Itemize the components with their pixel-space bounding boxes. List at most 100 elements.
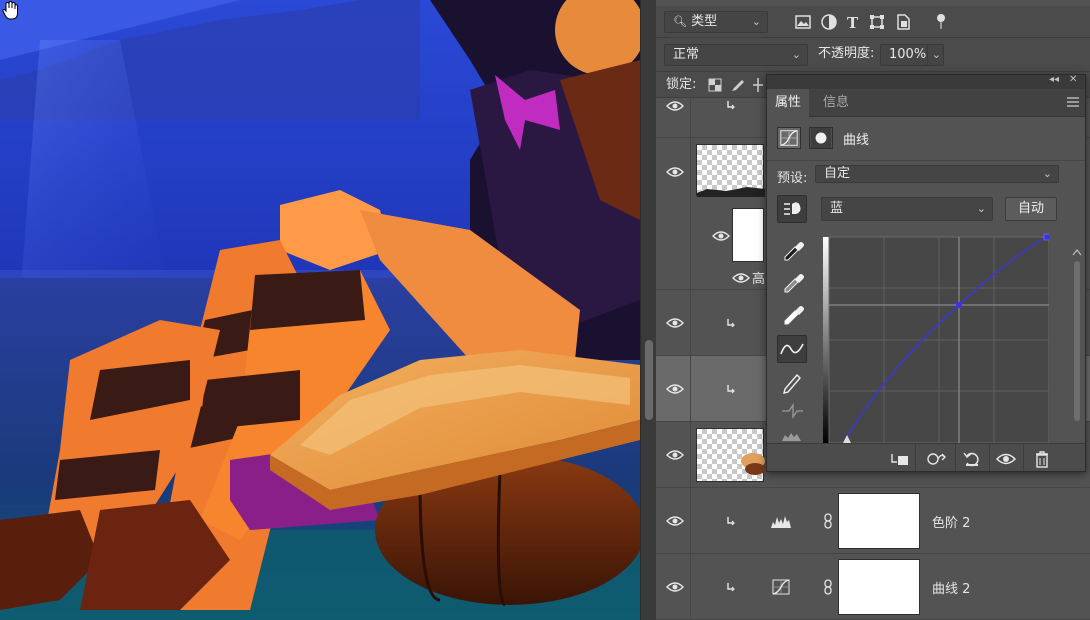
tab-info[interactable]: 信息 xyxy=(815,89,857,117)
opacity-field[interactable]: 100% ⌄ xyxy=(880,44,944,66)
filter-toggle-icon[interactable] xyxy=(932,13,950,31)
search-icon: 🔍︎ xyxy=(673,15,687,28)
clipping-arrow-icon xyxy=(727,517,735,526)
lock-transparent-icon[interactable] xyxy=(708,78,722,92)
artwork-image xyxy=(0,0,640,620)
lock-pixels-brush-icon[interactable] xyxy=(730,77,746,93)
clipping-arrow-icon xyxy=(727,385,735,394)
channel-dropdown[interactable]: 蓝 ⌄ xyxy=(821,197,993,221)
properties-header: 曲线 xyxy=(767,117,1085,161)
auto-button[interactable]: 自动 xyxy=(1005,197,1057,221)
delete-trash-icon[interactable] xyxy=(1031,450,1053,468)
footer-divider xyxy=(989,444,990,471)
blend-opacity-row: 正常 ⌄ 不透明度: 100% ⌄ xyxy=(656,38,1090,72)
toggle-visibility-icon[interactable] xyxy=(995,450,1017,468)
panel-tabs: 属性 信息 xyxy=(767,89,1085,117)
opacity-value: 100% xyxy=(889,47,927,62)
layer-name[interactable]: 色阶 2 xyxy=(932,512,970,531)
adjustment-filter-icon[interactable] xyxy=(820,13,838,31)
kind-filter-dropdown[interactable]: 🔍︎ 类型 ⌄ xyxy=(664,11,768,33)
blend-mode-value: 正常 xyxy=(673,47,700,62)
black-point-eyedropper-icon[interactable] xyxy=(777,235,807,263)
chevron-down-icon: ⌄ xyxy=(976,202,986,215)
mask-link-icon[interactable] xyxy=(824,513,832,529)
gray-point-eyedropper-icon[interactable] xyxy=(777,267,807,295)
effect-label: 高 xyxy=(752,272,766,287)
preset-value: 自定 xyxy=(824,166,851,181)
properties-scrollbar[interactable] xyxy=(1071,247,1083,472)
white-point-eyedropper-icon[interactable] xyxy=(777,299,807,327)
view-previous-state-icon[interactable] xyxy=(925,450,947,468)
layer-mask-thumbnail[interactable] xyxy=(732,208,764,262)
panel-titlebar[interactable]: ◂◂ ✕ xyxy=(767,75,1085,89)
properties-footer xyxy=(767,443,1085,471)
mask-icon[interactable] xyxy=(809,127,833,149)
layer-row-levels[interactable]: 色阶 2 xyxy=(656,488,1090,554)
row-divider xyxy=(690,554,691,619)
visibility-eye-icon[interactable] xyxy=(666,100,684,112)
mask-link-icon[interactable] xyxy=(824,579,832,595)
image-filter-icon[interactable] xyxy=(794,13,812,31)
footer-divider xyxy=(955,444,956,471)
curve-endpoint[interactable] xyxy=(1043,233,1049,241)
visibility-eye-icon[interactable] xyxy=(666,449,684,461)
curve-control-point[interactable] xyxy=(956,302,962,308)
clipping-arrow-icon xyxy=(727,319,735,328)
mask-visibility-eye-icon[interactable] xyxy=(712,230,730,242)
close-icon[interactable]: ✕ xyxy=(1069,75,1077,85)
panel-menu-icon[interactable] xyxy=(1067,97,1079,107)
clipping-arrow-icon xyxy=(727,583,735,592)
lock-position-icon[interactable] xyxy=(752,77,764,93)
layer-name[interactable]: 曲线 2 xyxy=(932,578,970,597)
canvas-scrollbar[interactable] xyxy=(640,0,656,620)
visibility-eye-icon[interactable] xyxy=(666,166,684,178)
curves-pane: 预设: 自定 ⌄ 蓝 ⌄ 自动 xyxy=(767,161,1085,443)
tab-properties[interactable]: 属性 xyxy=(767,89,810,117)
histogram-warning-icon[interactable] xyxy=(777,423,807,443)
properties-panel: ◂◂ ✕ 属性 信息 曲线 预设: 自定 ⌄ 蓝 ⌄ 自动 xyxy=(766,74,1086,472)
on-image-adjust-tool[interactable] xyxy=(777,195,807,223)
visibility-eye-icon[interactable] xyxy=(666,581,684,593)
layer-mask-thumbnail[interactable] xyxy=(838,559,920,615)
type-filter-icon[interactable]: T xyxy=(844,13,862,31)
chevron-down-icon: ⌄ xyxy=(1042,167,1052,180)
row-divider xyxy=(690,138,691,289)
collapse-icon[interactable]: ◂◂ xyxy=(1049,75,1059,85)
blend-mode-dropdown[interactable]: 正常 ⌄ xyxy=(664,44,808,66)
curves-adjustment-icon[interactable] xyxy=(777,127,801,149)
layer-row-curves[interactable]: 曲线 2 xyxy=(656,554,1090,620)
layer-thumbnail[interactable] xyxy=(696,428,765,482)
svg-text:T: T xyxy=(847,14,859,31)
layer-thumbnail[interactable] xyxy=(696,144,765,197)
smart-object-filter-icon[interactable] xyxy=(894,13,912,31)
row-divider xyxy=(690,422,691,487)
effect-visibility-eye-icon[interactable] xyxy=(732,272,750,284)
curves-adjustment-icon xyxy=(772,579,790,595)
output-gradient-bar xyxy=(823,237,829,443)
document-canvas[interactable] xyxy=(0,0,640,620)
curve-point-tool[interactable] xyxy=(777,335,807,363)
reset-icon[interactable] xyxy=(961,450,983,468)
smooth-curve-icon[interactable] xyxy=(777,397,807,425)
visibility-eye-icon[interactable] xyxy=(666,383,684,395)
chevron-down-icon: ⌄ xyxy=(926,45,941,65)
curves-graph[interactable] xyxy=(823,233,1049,443)
chevron-down-icon: ⌄ xyxy=(791,48,801,61)
lock-label: 锁定: xyxy=(666,77,697,92)
footer-divider xyxy=(1023,444,1024,471)
pencil-draw-icon[interactable] xyxy=(777,367,807,395)
opacity-label: 不透明度: xyxy=(818,46,875,61)
grab-hand-cursor-icon xyxy=(2,0,18,20)
visibility-eye-icon[interactable] xyxy=(666,317,684,329)
visibility-eye-icon[interactable] xyxy=(666,515,684,527)
footer-divider xyxy=(915,444,916,471)
layer-filter-row: 🔍︎ 类型 ⌄ T xyxy=(656,6,1090,38)
shape-filter-icon[interactable] xyxy=(868,13,886,31)
photoshop-window: 🔍︎ 类型 ⌄ T 正常 ⌄ 不透明度: 100% ⌄ 锁定: 高 色阶 2 曲… xyxy=(0,0,1090,620)
preset-dropdown[interactable]: 自定 ⌄ xyxy=(815,165,1059,183)
chevron-down-icon: ⌄ xyxy=(751,15,761,28)
layer-mask-thumbnail[interactable] xyxy=(838,493,920,549)
row-divider xyxy=(690,356,691,421)
scrollbar-thumb[interactable] xyxy=(645,340,653,420)
clip-to-layer-icon[interactable] xyxy=(889,450,911,468)
